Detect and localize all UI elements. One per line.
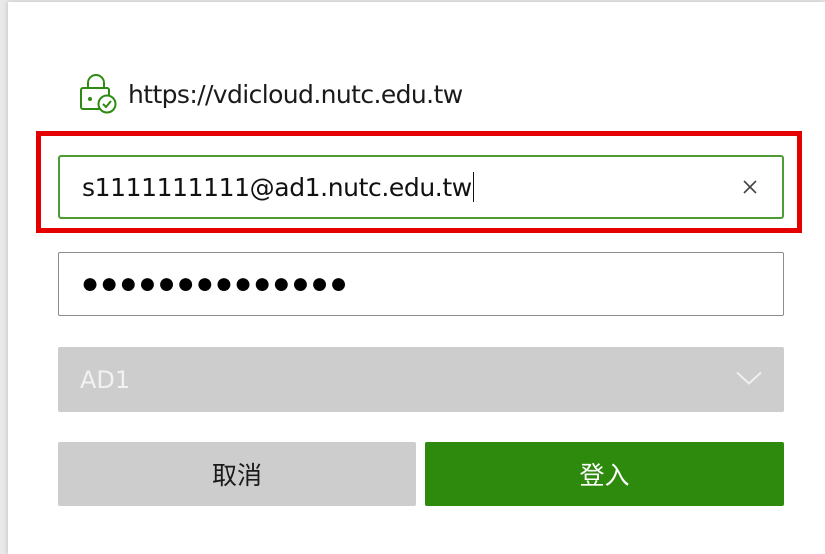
clear-icon[interactable] (738, 175, 762, 199)
site-url: https://vdicloud.nutc.edu.tw (128, 79, 463, 109)
login-button[interactable]: 登入 (425, 442, 784, 506)
chevron-down-icon (734, 368, 764, 391)
domain-select[interactable]: AD1 (58, 347, 784, 412)
domain-select-value: AD1 (80, 365, 131, 394)
username-field[interactable]: s1111111111@ad1.nutc.edu.tw (58, 155, 784, 219)
password-field[interactable]: ●●●●●●●●●●●●●● (58, 252, 784, 316)
username-input-value[interactable]: s1111111111@ad1.nutc.edu.tw (82, 173, 472, 202)
cancel-button[interactable]: 取消 (58, 442, 416, 506)
url-row: https://vdicloud.nutc.edu.tw (76, 74, 463, 114)
password-input-value[interactable]: ●●●●●●●●●●●●●● (81, 269, 349, 299)
text-caret (472, 172, 474, 202)
secure-lock-check-icon (76, 74, 120, 114)
